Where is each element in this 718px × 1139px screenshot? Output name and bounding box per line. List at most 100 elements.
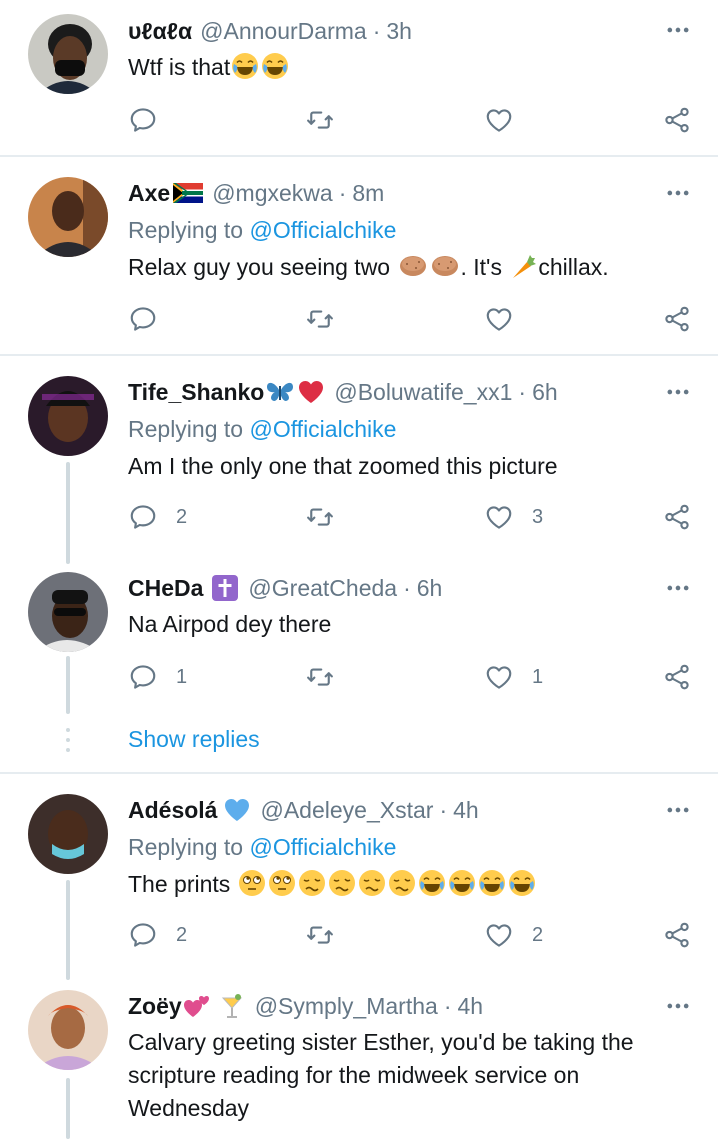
author-handle[interactable]: @Boluwatife_xx1 [334,379,512,406]
share-button[interactable] [662,100,692,140]
tweet-text: Relax guy you seeing two . It's chillax. [128,252,609,280]
divider [0,155,718,157]
author-handle[interactable]: @mgxekwa [212,180,333,207]
share-icon [662,304,692,334]
reply-icon [128,304,158,334]
author-name[interactable]: υℓαℓα [128,18,192,45]
author-name[interactable]: Adésolá [128,797,217,824]
replying-to: Replying to @Officialchike [128,416,397,442]
like-button[interactable] [484,299,532,339]
like-button[interactable]: 2 [484,915,543,955]
retweet-icon [305,920,335,950]
reply-icon [128,502,158,532]
laughing-emoji-icon [418,869,446,897]
author-name[interactable]: Zoëy [128,993,182,1020]
share-button[interactable] [662,299,692,339]
more-icon[interactable] [662,990,694,1022]
tweet-text: The prints [128,868,537,901]
retweet-button[interactable] [305,497,335,537]
retweet-icon [305,105,335,135]
like-icon [484,502,514,532]
retweet-icon [305,304,335,334]
tweet-text-line: Calvary greeting sister Esther, you'd be… [128,1029,634,1055]
timestamp[interactable]: 6h [417,575,443,602]
more-icon[interactable] [662,14,694,46]
separator-dot: · [372,17,381,44]
replying-to-link[interactable]: @Officialchike [249,416,396,442]
timestamp[interactable]: 8m [352,180,384,207]
retweet-button[interactable] [305,657,335,697]
potato-emoji-icon [430,252,460,280]
like-icon [484,662,514,692]
avatar[interactable] [28,177,108,257]
show-replies-link[interactable]: Show replies [128,726,260,753]
woozy-emoji-icon [298,869,326,897]
south-africa-flag-icon [173,179,203,207]
share-button[interactable] [662,657,692,697]
author-handle[interactable]: @Symply_Martha [255,993,438,1020]
timestamp[interactable]: 4h [457,993,483,1020]
divider [0,772,718,774]
like-button[interactable] [484,100,532,140]
reply-button[interactable]: 2 [128,915,187,955]
reply-button[interactable]: 1 [128,657,187,697]
share-icon [662,920,692,950]
replying-to-link[interactable]: @Officialchike [249,834,396,860]
author-name[interactable]: Tife_Shanko [128,379,264,406]
reply-icon [128,105,158,135]
author-handle[interactable]: @GreatCheda [248,575,397,602]
share-button[interactable] [662,915,692,955]
more-icon[interactable] [662,177,694,209]
blue-heart-emoji-icon [223,796,251,824]
tweet-text: Am I the only one that zoomed this pictu… [128,453,558,479]
eye-roll-emoji-icon [268,869,296,897]
avatar[interactable] [28,572,108,652]
timestamp[interactable]: 6h [532,379,558,406]
potato-emoji-icon [398,252,428,280]
retweet-button[interactable] [305,915,335,955]
timestamp[interactable]: 4h [453,797,479,824]
like-count: 2 [532,923,544,946]
separator-dot: · [403,574,411,601]
replying-to-link[interactable]: @Officialchike [249,217,396,243]
action-bar [0,100,718,140]
carrot-emoji-icon [509,252,537,280]
avatar[interactable] [28,794,108,874]
laughing-emoji-icon [448,869,476,897]
like-count: 1 [532,665,544,688]
avatar[interactable] [28,14,108,94]
like-button[interactable]: 3 [484,497,543,537]
like-button[interactable]: 1 [484,657,543,697]
author-handle[interactable]: @AnnourDarma [200,18,367,45]
reply-count: 1 [176,665,188,688]
retweet-button[interactable] [305,299,335,339]
reply-button[interactable]: 2 [128,497,187,537]
author-name[interactable]: CHeDa [128,575,203,602]
woozy-emoji-icon [328,869,356,897]
more-icon[interactable] [662,794,694,826]
like-count: 3 [532,505,544,528]
tweet-text: Wtf is that [128,51,290,84]
avatar[interactable] [28,990,108,1070]
share-icon [662,502,692,532]
author-name[interactable]: Axe [128,180,170,207]
more-icon[interactable] [662,376,694,408]
avatar[interactable] [28,376,108,456]
retweet-icon [305,662,335,692]
tweet-text-line: scripture reading for the midweek servic… [128,1062,580,1088]
thread-line [66,1078,70,1139]
share-button[interactable] [662,497,692,537]
reply-button[interactable] [128,299,176,339]
replying-to: Replying to @Officialchike [128,834,397,860]
more-icon[interactable] [662,572,694,604]
laughing-emoji-icon [478,869,506,897]
author-handle[interactable]: @Adeleye_Xstar [260,797,433,824]
timestamp[interactable]: 3h [386,18,412,45]
cross-emoji-icon [211,574,239,602]
action-bar: 2 2 [0,915,718,955]
retweet-button[interactable] [305,100,335,140]
separator-dot: · [338,179,347,206]
tweet-text-line: Wednesday [128,1095,250,1121]
reply-button[interactable] [128,100,176,140]
tweet-text: Na Airpod dey there [128,611,332,637]
